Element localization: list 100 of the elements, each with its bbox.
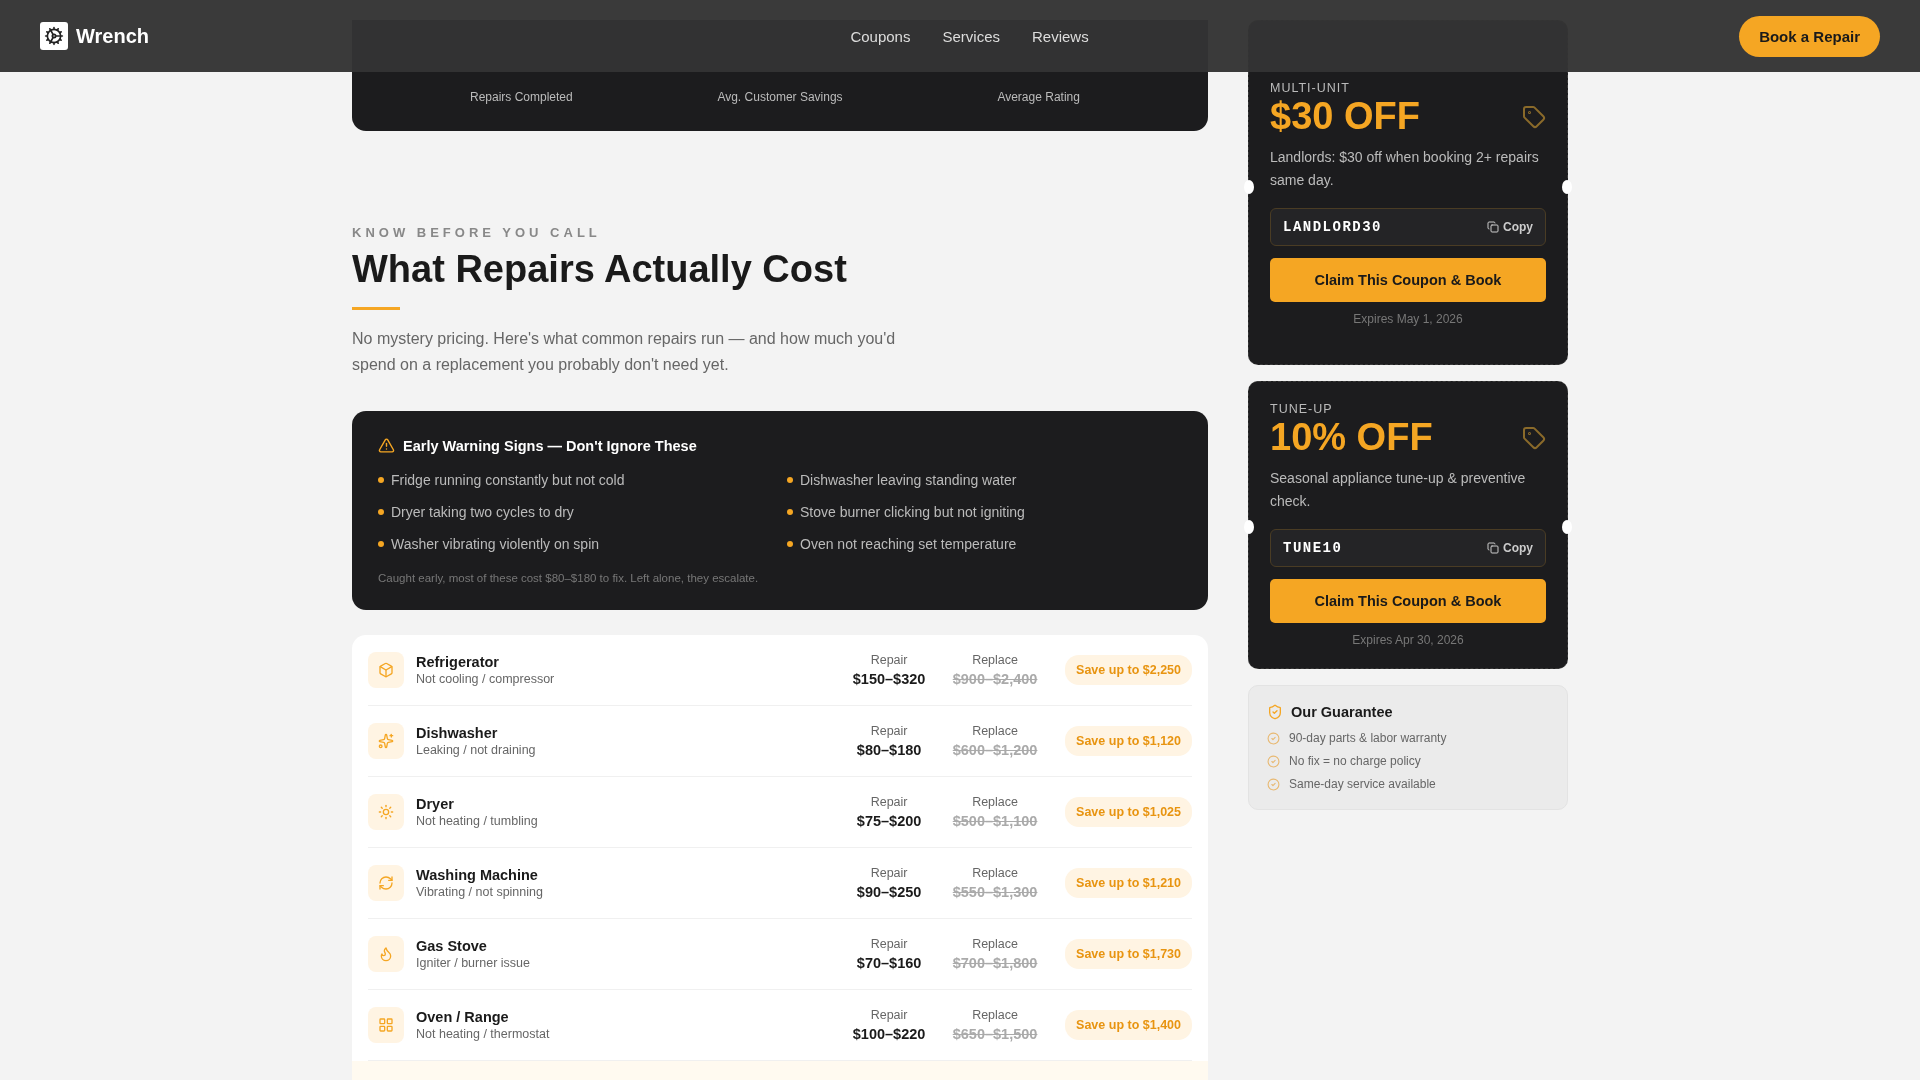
appliance-name: Washing Machine xyxy=(416,867,539,883)
repair-label: Repair xyxy=(870,1008,908,1022)
replace-label: Replace xyxy=(972,795,1018,809)
coupon-description: Seasonal appliance tune-up & preventive check. xyxy=(1270,469,1527,511)
copy-button[interactable]: Copy xyxy=(1487,541,1533,555)
section-title: What Repairs Actually Cost xyxy=(352,248,848,291)
appliance-name: Gas Stove xyxy=(416,938,488,954)
replace-label: Replace xyxy=(972,866,1018,880)
warning-sign: Oven not reaching set temperature xyxy=(800,536,1017,552)
copy-button[interactable]: Copy xyxy=(1487,220,1533,234)
replace-price: $900–$2,400 xyxy=(952,671,1038,687)
ticket-notch xyxy=(1562,520,1572,534)
check-circle-icon xyxy=(1267,777,1280,791)
bullet-icon xyxy=(787,477,793,483)
replace-price: $500–$1,100 xyxy=(952,813,1038,829)
bullet-icon xyxy=(787,509,793,515)
cube-icon xyxy=(368,652,404,688)
gear-logo-icon xyxy=(40,22,68,50)
repair-price: $75–$200 xyxy=(856,813,922,829)
stat-label: Repairs Completed xyxy=(469,90,573,104)
warning-sign: Dryer taking two cycles to dry xyxy=(391,504,574,520)
appliance-issue: Igniter / burner issue xyxy=(416,956,531,970)
bullet-icon xyxy=(378,509,384,515)
repair-label: Repair xyxy=(870,653,908,667)
repair-price: $70–$160 xyxy=(856,955,922,971)
replace-price: $600–$1,200 xyxy=(952,742,1038,758)
warning-sign: Washer vibrating violently on spin xyxy=(391,536,600,552)
shield-check-icon xyxy=(1267,704,1283,720)
repair-price: $100–$220 xyxy=(852,1026,926,1042)
section-eyebrow: KNOW BEFORE YOU CALL xyxy=(352,225,602,240)
repair-price: $90–$250 xyxy=(856,884,922,900)
book-repair-button[interactable]: Book a Repair xyxy=(1739,15,1880,57)
sun-icon xyxy=(368,794,404,830)
grid-icon xyxy=(368,1007,404,1043)
stat-label: Avg. Customer Savings xyxy=(717,90,843,104)
nav-link[interactable]: Services xyxy=(942,27,1000,45)
repair-label: Repair xyxy=(870,866,908,880)
appliance-issue: Not heating / tumbling xyxy=(416,814,539,828)
coupon-expiry: Expires Apr 30, 2026 xyxy=(1351,633,1465,647)
coupon-category: TUNE-UP xyxy=(1270,402,1334,416)
coupon-description: Landlords: $30 off when booking 2+ repairs same day. xyxy=(1270,148,1540,190)
appliance-issue: Leaking / not draining xyxy=(416,743,537,757)
bullet-icon xyxy=(378,541,384,547)
bullet-icon xyxy=(787,541,793,547)
replace-label: Replace xyxy=(972,724,1018,738)
coupon-amount: $30 OFF xyxy=(1270,95,1420,138)
repair-price: $150–$320 xyxy=(852,671,926,687)
claim-coupon-button[interactable]: Claim This Coupon & Book xyxy=(1270,579,1546,623)
warning-note: Caught early, most of these cost $80–$180 to fix. Left alone, they escalate. xyxy=(378,572,760,584)
coupon-code: LANDLORD30 xyxy=(1283,219,1382,235)
appliance-name: Oven / Range xyxy=(416,1009,510,1025)
bullet-icon xyxy=(378,477,384,483)
repair-price: $80–$180 xyxy=(856,742,922,758)
appliance-issue: Vibrating / not spinning xyxy=(416,885,544,899)
replace-price: $550–$1,300 xyxy=(952,884,1038,900)
guarantee-title: Our Guarantee xyxy=(1291,704,1393,720)
ticket-notch xyxy=(1562,180,1572,194)
copy-icon xyxy=(1487,221,1499,233)
savings-badge: Save up to $1,210 xyxy=(1065,868,1192,898)
flame-icon xyxy=(368,936,404,972)
ticket-notch xyxy=(1244,520,1254,534)
replace-label: Replace xyxy=(972,937,1018,951)
coupon-code: TUNE10 xyxy=(1283,540,1343,556)
warning-sign: Stove burner clicking but not igniting xyxy=(800,504,1025,520)
appliance-issue: Not heating / thermostat xyxy=(416,1027,551,1041)
brand-name: Wrench xyxy=(76,24,149,48)
coupon-expiry: Expires May 1, 2026 xyxy=(1352,312,1464,326)
savings-badge: Save up to $1,730 xyxy=(1065,939,1192,969)
section-intro: No mystery pricing. Here's what common repairs run — and how much you'd spend on a replacement you probably don't need yet. xyxy=(352,329,897,375)
nav-link[interactable]: Coupons xyxy=(850,27,911,45)
claim-coupon-button[interactable]: Claim This Coupon & Book xyxy=(1270,258,1546,302)
copy-icon xyxy=(1487,542,1499,554)
sparkles-icon xyxy=(368,723,404,759)
refresh-icon xyxy=(368,865,404,901)
warning-sign: Fridge running constantly but not cold xyxy=(391,472,625,488)
warning-sign: Dishwasher leaving standing water xyxy=(800,472,1017,488)
replace-label: Replace xyxy=(972,653,1018,667)
savings-badge: Save up to $1,025 xyxy=(1065,797,1192,827)
savings-badge: Save up to $1,120 xyxy=(1065,726,1192,756)
appliance-name: Refrigerator xyxy=(416,654,500,670)
check-circle-icon xyxy=(1267,754,1280,768)
warning-title: Early Warning Signs — Don't Ignore These xyxy=(403,437,697,454)
ticket-notch xyxy=(1244,180,1254,194)
nav-link[interactable]: Reviews xyxy=(1032,27,1089,45)
tag-icon xyxy=(1522,104,1546,129)
replace-price: $700–$1,800 xyxy=(952,955,1038,971)
guarantee-item: No fix = no charge policy xyxy=(1289,754,1421,768)
coupon-category: MULTI-UNIT xyxy=(1270,81,1351,95)
savings-badge: Save up to $1,400 xyxy=(1065,1010,1192,1040)
stat-label: Average Rating xyxy=(997,90,1080,104)
warning-icon xyxy=(378,437,395,454)
appliance-name: Dishwasher xyxy=(416,725,499,741)
savings-badge: Save up to $2,250 xyxy=(1065,655,1192,685)
appliance-issue: Not cooling / compressor xyxy=(416,672,556,686)
guarantee-item: 90-day parts & labor warranty xyxy=(1289,731,1447,745)
repair-label: Repair xyxy=(870,795,908,809)
repair-label: Repair xyxy=(870,724,908,738)
coupon-amount: 10% OFF xyxy=(1270,416,1433,459)
guarantee-item: Same-day service available xyxy=(1289,777,1436,791)
check-circle-icon xyxy=(1267,731,1280,745)
